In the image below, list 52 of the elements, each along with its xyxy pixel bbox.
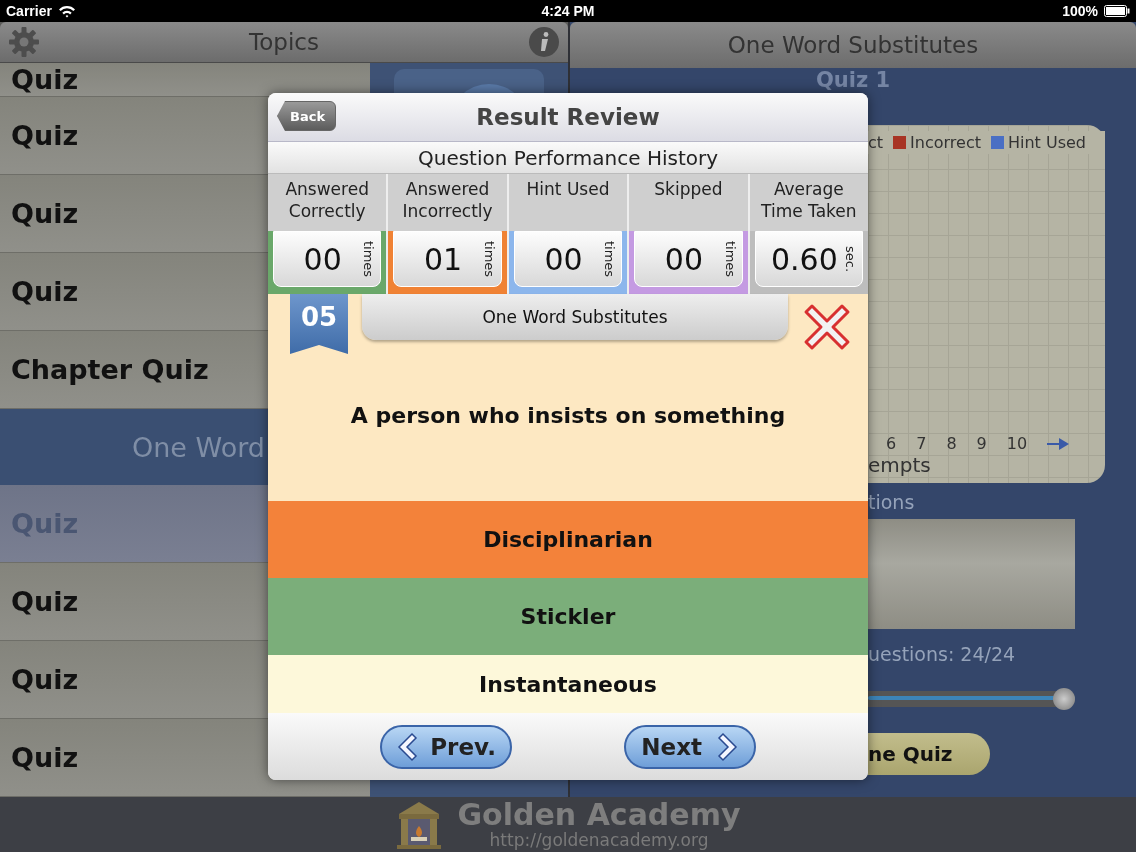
next-button[interactable]: Next: [624, 724, 756, 769]
axis-tick: 10: [1006, 434, 1028, 453]
answer-option: Disciplinarian: [268, 501, 868, 578]
topic-item[interactable]: Quiz: [0, 63, 370, 97]
stat-value: 0.60: [769, 241, 839, 277]
stat-value: 00: [543, 241, 584, 277]
question-count: uestions: 24/24: [868, 643, 1017, 665]
stat-value: 00: [663, 241, 704, 277]
info-icon[interactable]: [528, 26, 560, 58]
axis-tick: 7: [916, 434, 927, 453]
stat-label: Answered Incorrectly: [401, 178, 494, 223]
legend-label: Incorrect: [910, 133, 981, 152]
battery-icon: [1104, 5, 1130, 17]
stat-label: Average Time Taken: [760, 178, 858, 223]
axis-tick: 6: [886, 434, 897, 453]
academy-logo-icon: [395, 799, 444, 850]
stat-unit: times: [722, 240, 738, 278]
panel-title: One Word Substitutes: [570, 22, 1136, 68]
stat-unit: times: [481, 240, 497, 278]
stat-value: 01: [423, 241, 464, 277]
dialog-title: Result Review: [476, 104, 660, 130]
start-quiz-button[interactable]: ne Quiz: [868, 733, 990, 775]
question-number: 05: [290, 294, 348, 354]
axis-tick: 9: [976, 434, 987, 453]
section-label: tions: [868, 491, 916, 513]
battery-percentage: 100%: [1062, 3, 1098, 19]
section-title: Question Performance History: [268, 142, 868, 174]
prev-button[interactable]: Prev.: [380, 724, 512, 769]
slider-thumb[interactable]: [1053, 688, 1075, 710]
chevron-left-icon: [396, 731, 419, 762]
back-button[interactable]: Back: [277, 101, 337, 131]
wifi-icon: [57, 4, 76, 18]
stat-label: Hint Used: [525, 178, 611, 201]
stat-label: Skipped: [653, 178, 724, 201]
panel-title: Topics: [249, 29, 319, 55]
chevron-right-icon: [716, 731, 739, 762]
legend-label: Hint Used: [1007, 133, 1086, 152]
settings-icon[interactable]: [8, 26, 40, 58]
axis-tick: 8: [946, 434, 957, 453]
axis-arrow: [1047, 437, 1070, 450]
quiz-title: Quiz 1: [815, 68, 891, 92]
answer-option: Stickler: [268, 578, 868, 655]
question-slider[interactable]: [868, 691, 1075, 707]
answer-option: Instantaneous: [268, 655, 868, 713]
stat-unit: times: [602, 240, 618, 278]
legend-label: ct: [868, 133, 884, 152]
stat-label: Answered Correctly: [284, 178, 370, 223]
axis-label: empts: [868, 453, 932, 477]
clock-time: 4:24 PM: [541, 3, 595, 19]
category-label: One Word Substitutes: [362, 294, 788, 340]
carrier-name: Carrier: [6, 3, 52, 19]
stat-unit: sec.: [843, 245, 859, 273]
